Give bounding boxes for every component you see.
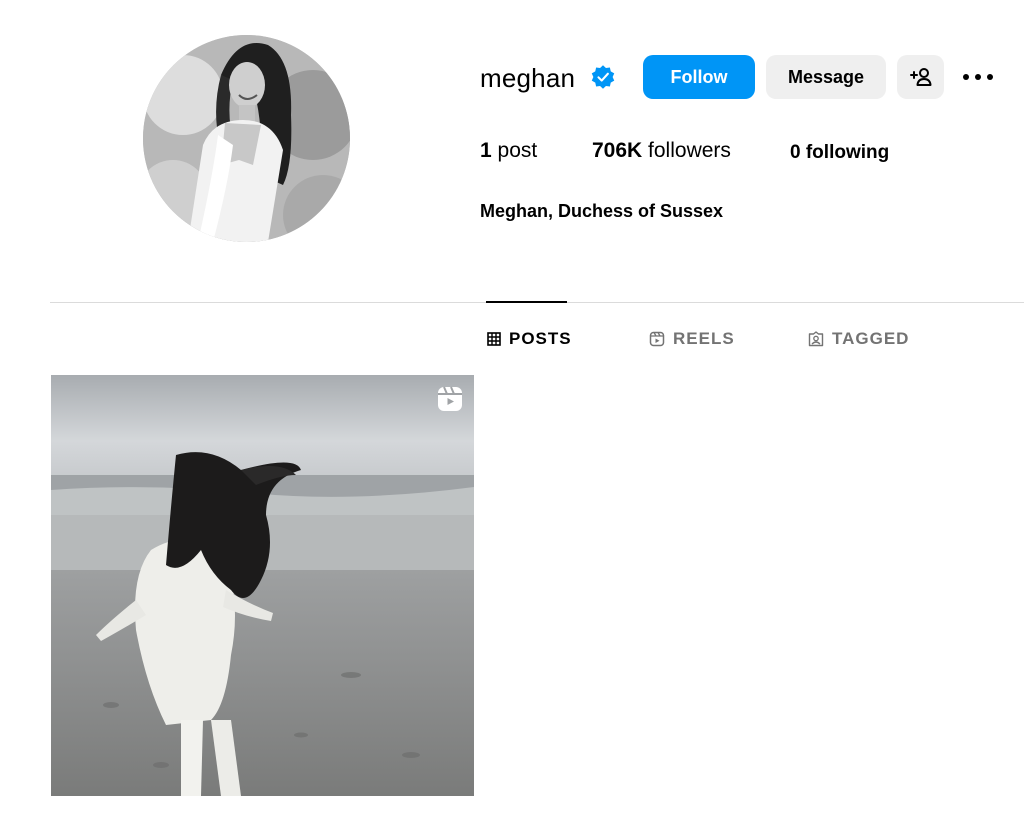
posts-count: 1 xyxy=(480,139,492,162)
grid-icon xyxy=(487,332,501,346)
avatar[interactable] xyxy=(143,35,350,242)
post-image xyxy=(51,375,474,796)
message-button[interactable]: Message xyxy=(766,55,886,99)
reels-icon xyxy=(649,331,665,347)
avatar-photo xyxy=(143,35,350,242)
followers-count: 706K xyxy=(592,139,643,162)
follow-button[interactable]: Follow xyxy=(643,55,755,99)
post-thumbnail[interactable] xyxy=(51,375,474,796)
person-plus-icon xyxy=(909,68,931,86)
suggested-users-button[interactable] xyxy=(897,55,944,99)
following-stat[interactable]: 0 following xyxy=(790,140,889,166)
tab-posts-label: POSTS xyxy=(509,329,572,348)
active-tab-indicator xyxy=(486,301,567,303)
followers-label: followers xyxy=(648,139,731,162)
tab-reels-label: REELS xyxy=(673,329,735,348)
following-count: 0 xyxy=(790,142,801,163)
tab-tagged[interactable]: TAGGED xyxy=(808,328,909,350)
verified-badge-icon xyxy=(591,65,615,89)
tab-posts[interactable]: POSTS xyxy=(487,328,572,350)
profile-page: meghan Follow Message 1 post 706K follow… xyxy=(0,0,1024,832)
posts-count-stat: 1 post xyxy=(480,138,537,164)
more-options-button[interactable] xyxy=(958,60,998,94)
posts-label: post xyxy=(497,139,538,162)
followers-stat[interactable]: 706K followers xyxy=(592,138,731,164)
reels-icon xyxy=(438,386,462,411)
following-label: following xyxy=(805,142,890,163)
username: meghan xyxy=(480,63,576,93)
full-name: Meghan, Duchess of Sussex xyxy=(480,201,724,221)
tagged-icon xyxy=(808,331,824,347)
tab-tagged-label: TAGGED xyxy=(832,329,910,348)
tab-reels[interactable]: REELS xyxy=(649,328,735,350)
ellipsis-icon xyxy=(963,74,993,80)
